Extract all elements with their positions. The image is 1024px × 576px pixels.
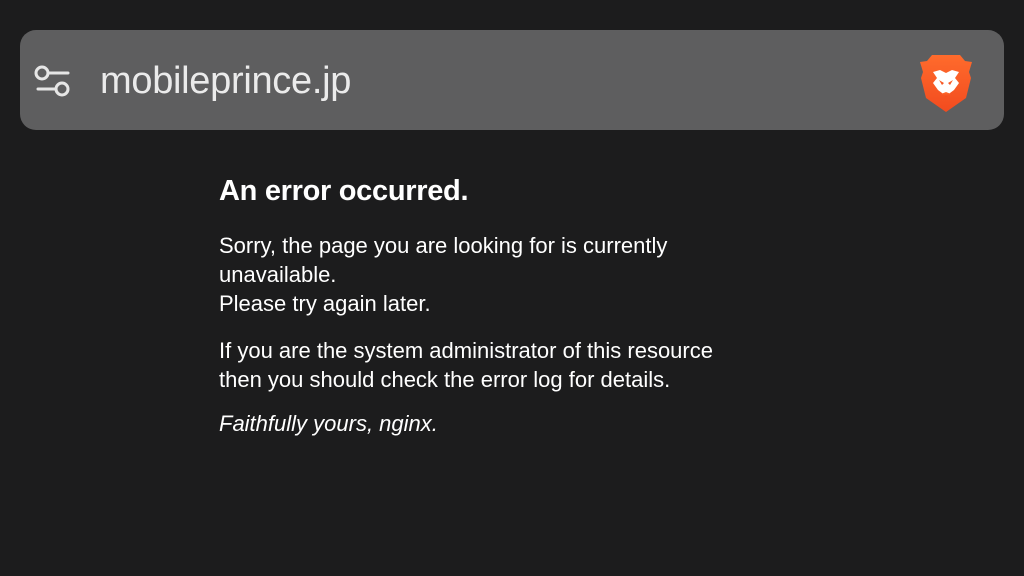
message-line: If you are the system administrator of t… — [219, 338, 713, 363]
message-line: unavailable. — [219, 262, 337, 287]
sliders-icon — [34, 65, 70, 97]
brave-lion-icon — [920, 55, 972, 112]
site-settings-icon[interactable] — [32, 60, 74, 102]
nginx-signature: Faithfully yours, nginx. — [219, 411, 438, 436]
error-page-content: An error occurred. Sorry, the page you a… — [219, 170, 809, 438]
message-line: Please try again later. — [219, 291, 431, 316]
message-line: then you should check the error log for … — [219, 367, 671, 392]
brave-shields-button[interactable] — [917, 52, 975, 114]
unavailable-message: Sorry, the page you are looking for is c… — [219, 231, 809, 318]
error-heading: An error occurred. — [219, 175, 469, 207]
admin-message: If you are the system administrator of t… — [219, 336, 809, 394]
url-text[interactable]: mobileprince.jp — [100, 57, 351, 105]
message-line: Sorry, the page you are looking for is c… — [219, 233, 668, 258]
